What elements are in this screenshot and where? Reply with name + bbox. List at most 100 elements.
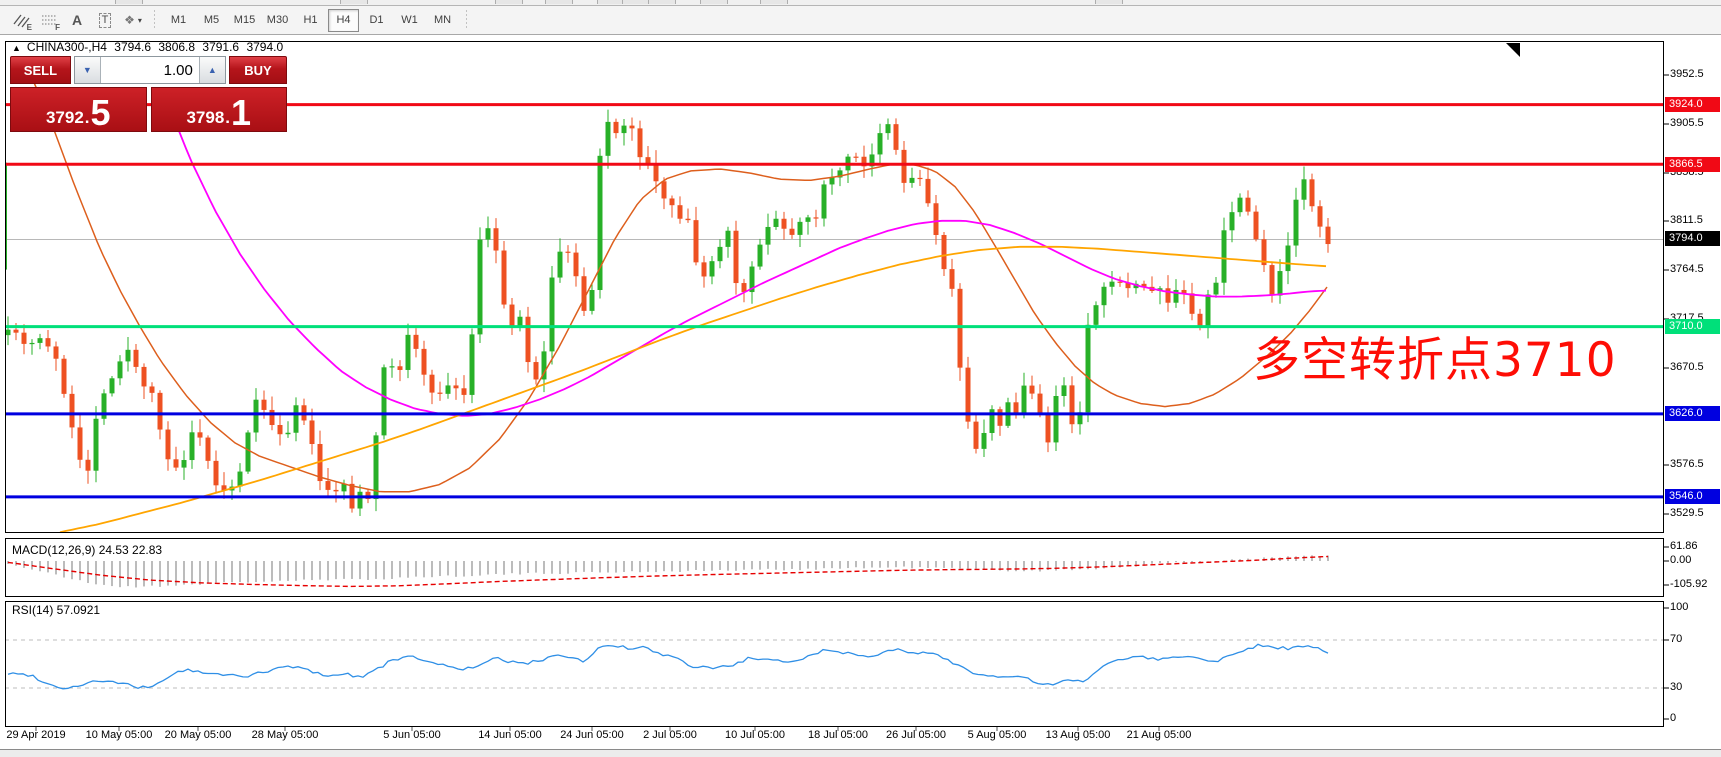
chevron-down-icon: ▼ (83, 65, 92, 75)
price-tick-label: 3905.5 (1670, 117, 1704, 129)
mt4-window: EFAT ❖▾ M1M5M15M30H1H4D1W1MN ▲CHINA300-,H… (0, 0, 1721, 757)
sell-button[interactable]: SELL (10, 56, 71, 84)
date-label: 20 May 05:00 (165, 729, 232, 741)
arrows-tool-button[interactable]: ❖▾ (120, 8, 146, 32)
level-price-label: 3794.0 (1665, 231, 1720, 246)
partial-button (597, 0, 625, 4)
indicator-scale-label: 0 (1670, 712, 1676, 724)
buy-price-sep: . (225, 108, 230, 128)
chevron-up-icon: ▲ (208, 65, 217, 75)
volume-increase-button[interactable]: ▲ (199, 57, 225, 83)
date-label: 21 Aug 05:00 (1127, 729, 1192, 741)
buy-price-frac: 1 (231, 98, 251, 128)
partial-button (700, 0, 728, 4)
text-tool-button[interactable]: T (92, 8, 118, 32)
date-label: 18 Jul 05:00 (808, 729, 868, 741)
price-tick-label: 3952.5 (1670, 68, 1704, 80)
partial-button (495, 0, 523, 4)
date-label: 5 Jun 05:00 (383, 729, 441, 741)
buy-price-int: 3798 (186, 108, 224, 128)
sell-price-tile[interactable]: 3792.5 (10, 87, 147, 132)
indicator-scale-label: 61.86 (1670, 540, 1698, 552)
date-label: 13 Aug 05:00 (1046, 729, 1111, 741)
timeframe-button-M15[interactable]: M15 (229, 9, 260, 32)
ma-mid-magenta-line (168, 104, 1326, 416)
indicator-scale-label: 70 (1670, 633, 1682, 645)
date-label: 24 Jun 05:00 (560, 729, 624, 741)
timeframe-button-H4[interactable]: H4 (328, 9, 359, 32)
text-tool-icon: T (99, 13, 112, 28)
indicator-scale-label: 30 (1670, 681, 1682, 693)
ohlc-close: 3794.0 (246, 40, 283, 54)
sell-price-sep: . (85, 108, 90, 128)
timeframe-button-M1[interactable]: M1 (163, 9, 194, 32)
macd-signal-line (8, 557, 1328, 587)
date-label: 14 Jun 05:00 (478, 729, 542, 741)
toolbar-separator (154, 10, 155, 30)
macd-label: MACD(12,26,9) 24.53 22.83 (12, 543, 162, 557)
sell-price-frac: 5 (91, 98, 111, 128)
arrows-tool-icon: ❖ (124, 13, 135, 27)
chart-shift-marker-icon (1506, 43, 1520, 57)
timeframe-group: M1M5M15M30H1H4D1W1MN (162, 9, 459, 32)
fibonacci-tool-button[interactable]: F (36, 8, 62, 32)
partial-button (545, 0, 573, 4)
indicator-scale-label: -105.92 (1670, 578, 1707, 590)
timeframe-button-M5[interactable]: M5 (196, 9, 227, 32)
timeframe-button-D1[interactable]: D1 (361, 9, 392, 32)
price-tick-label: 3576.5 (1670, 458, 1704, 470)
sell-price-int: 3792 (46, 108, 84, 128)
partial-button (340, 0, 368, 4)
volume-input[interactable] (101, 57, 199, 83)
ohlc-high: 3806.8 (158, 40, 195, 54)
chart-canvas[interactable] (0, 35, 1721, 757)
date-label: 2 Jul 05:00 (643, 729, 697, 741)
price-tick-label: 3670.5 (1670, 361, 1704, 373)
ohlc-open: 3794.6 (114, 40, 151, 54)
level-price-label: 3710.0 (1665, 319, 1720, 334)
buy-price-tile[interactable]: 3798.1 (151, 87, 288, 132)
timeframe-button-W1[interactable]: W1 (394, 9, 425, 32)
trade-panel: SELL ▼ ▲ BUY 3792.5 3798.1 (10, 56, 287, 132)
date-label: 26 Jul 05:00 (886, 729, 946, 741)
level-price-label: 3546.0 (1665, 489, 1720, 504)
sell-button-label: SELL (24, 63, 57, 78)
date-label: 5 Aug 05:00 (968, 729, 1027, 741)
timeframe-button-M30[interactable]: M30 (262, 9, 293, 32)
chart-title: ▲CHINA300-,H4 3794.6 3806.8 3791.6 3794.… (12, 40, 287, 54)
timeframe-button-MN[interactable]: MN (427, 9, 458, 32)
partial-button (115, 0, 143, 4)
date-label: 10 May 05:00 (86, 729, 153, 741)
volume-stepper: ▼ ▲ (74, 56, 226, 84)
partial-button (760, 0, 788, 4)
price-tick-label: 3764.5 (1670, 263, 1704, 275)
drawing-tools-group: EFAT ❖▾ (0, 8, 147, 32)
chart-window[interactable]: ▲CHINA300-,H4 3794.6 3806.8 3791.6 3794.… (0, 35, 1721, 757)
level-price-label: 3924.0 (1665, 97, 1720, 112)
indicator-scale-label: 0.00 (1670, 554, 1691, 566)
level-price-label: 3626.0 (1665, 406, 1720, 421)
rsi-label: RSI(14) 57.0921 (12, 603, 100, 617)
volume-decrease-button[interactable]: ▼ (75, 57, 101, 83)
text-label-tool-button[interactable]: A (64, 8, 90, 32)
buy-button[interactable]: BUY (229, 56, 287, 84)
toolbar-separator (466, 10, 467, 30)
indicator-scale-label: 100 (1670, 601, 1688, 613)
date-label: 28 May 05:00 (252, 729, 319, 741)
bottom-edge-strip (0, 749, 1721, 757)
level-price-label: 3866.5 (1665, 157, 1720, 172)
timeframe-button-H1[interactable]: H1 (295, 9, 326, 32)
partial-button (622, 0, 650, 4)
date-label: 10 Jul 05:00 (725, 729, 785, 741)
chevron-down-icon: ▾ (138, 16, 142, 25)
partial-button (1095, 0, 1123, 4)
equidistant-channel-tool-button[interactable]: E (8, 8, 34, 32)
buy-button-label: BUY (244, 63, 271, 78)
toolbar: EFAT ❖▾ M1M5M15M30H1H4D1W1MN (0, 6, 1721, 35)
price-tick-label: 3811.5 (1670, 214, 1703, 226)
chart-collapse-icon[interactable]: ▲ (12, 43, 21, 53)
rsi-line (8, 644, 1328, 689)
annotation-text: 多空转折点3710 (1253, 336, 1617, 386)
price-tick-label: 3529.5 (1670, 507, 1704, 519)
partial-button (648, 0, 676, 4)
